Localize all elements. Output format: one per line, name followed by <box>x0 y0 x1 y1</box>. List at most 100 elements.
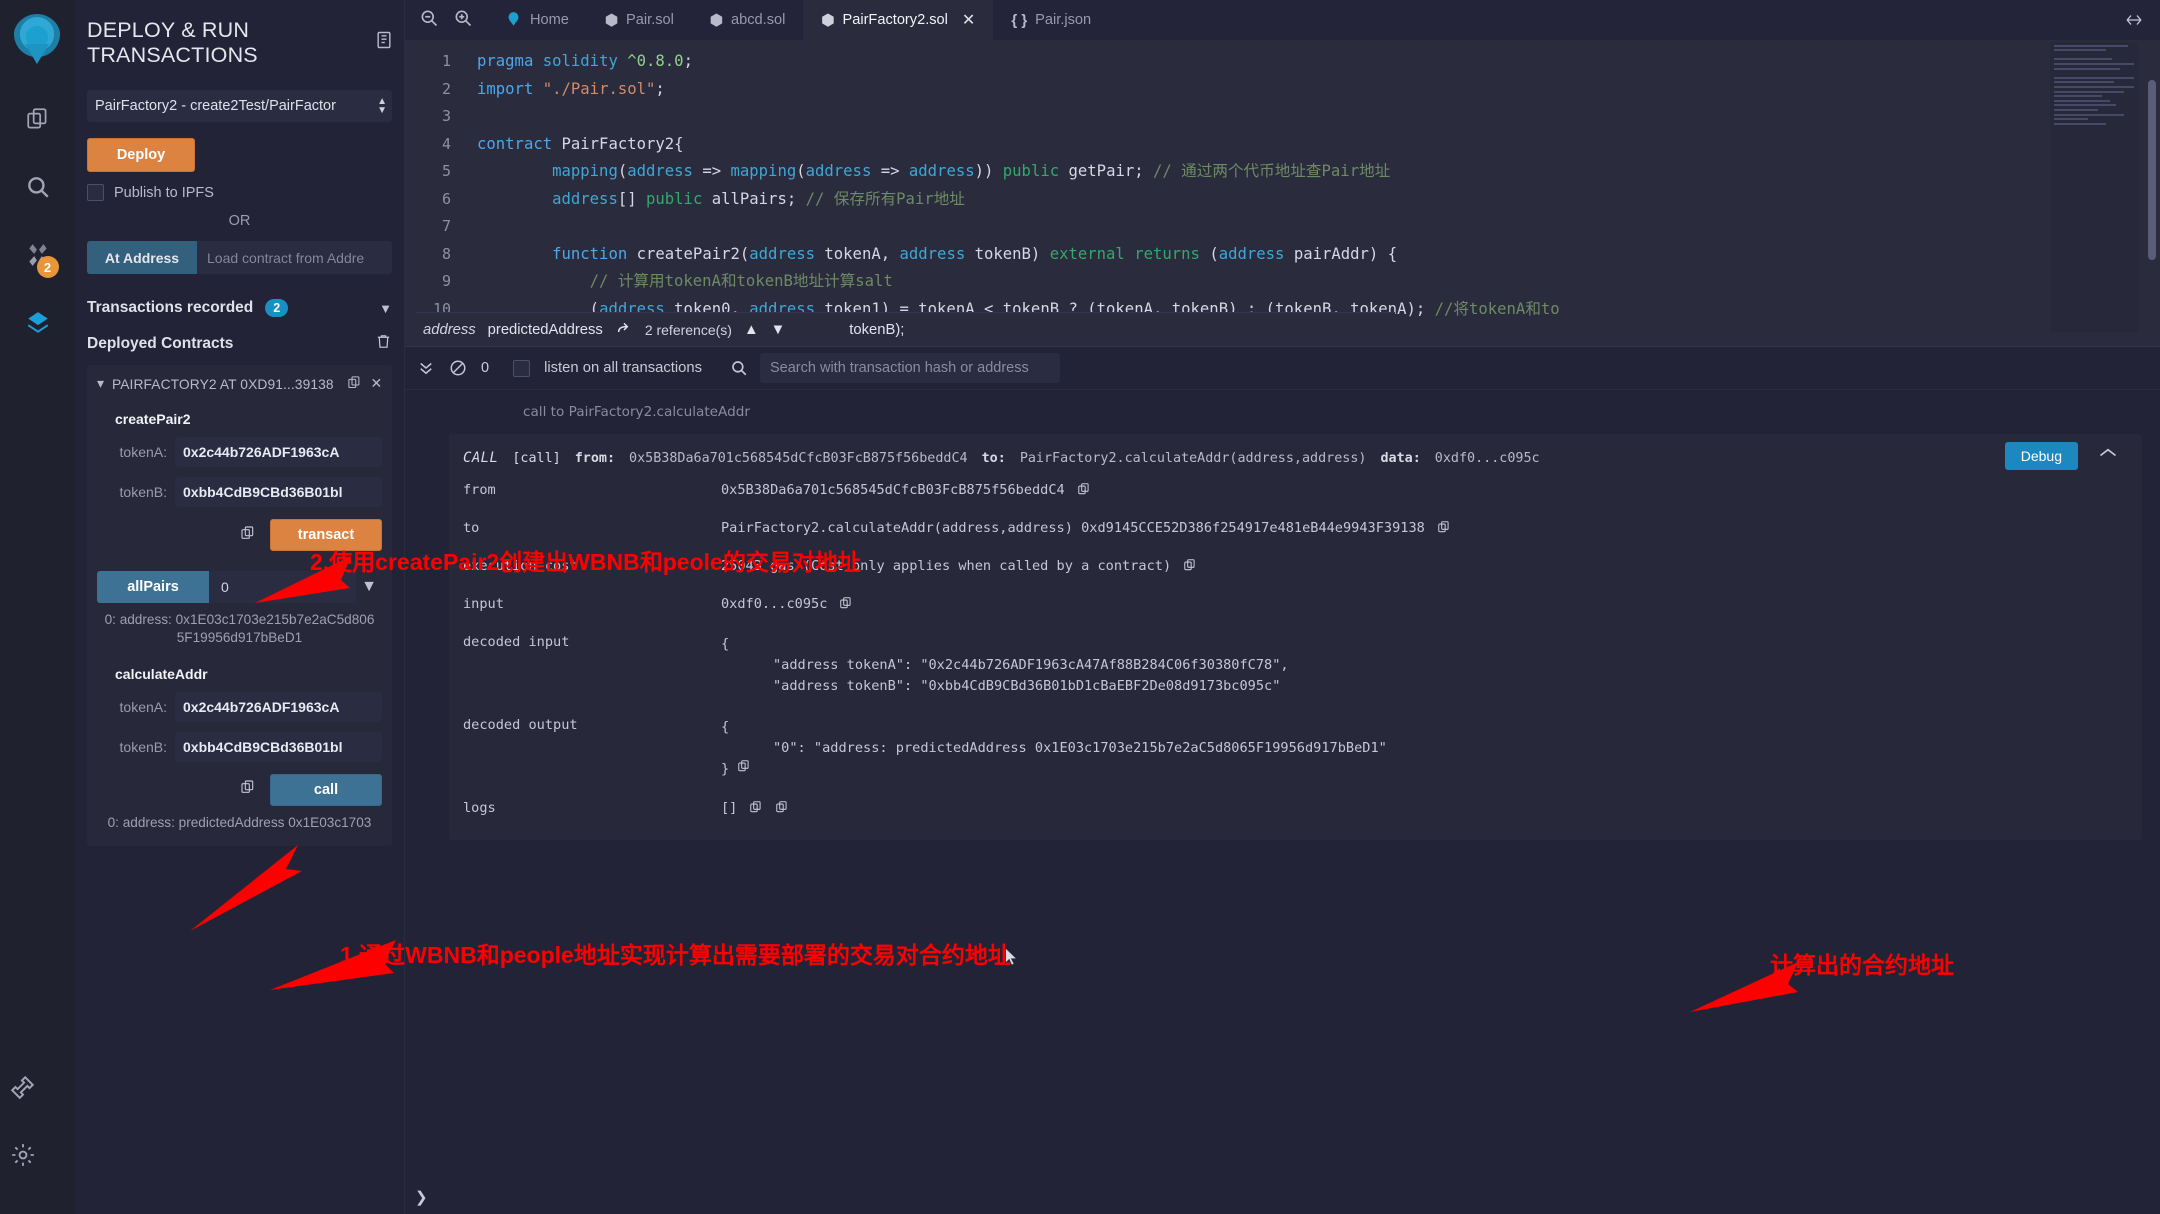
copy-calldata-icon[interactable] <box>240 525 256 546</box>
zoom-out-icon[interactable] <box>419 8 439 33</box>
search-icon[interactable] <box>15 164 61 210</box>
calculateaddr-action-row: call <box>97 774 382 806</box>
symbol-peek-widget: address predictedAddress 2 reference(s) … <box>415 312 1395 346</box>
line-number: 9 <box>405 268 477 296</box>
calculateaddr-tokena-input[interactable]: 0x2c44b726ADF1963cA <box>175 692 382 722</box>
go-to-reference-icon[interactable] <box>615 320 633 340</box>
page-title: DEPLOY & RUN TRANSACTIONS <box>87 18 374 68</box>
close-icon[interactable]: ✕ <box>962 10 975 30</box>
code-token: returns <box>1134 245 1200 263</box>
function-createpair2-label[interactable]: createPair2 <box>115 411 382 427</box>
copy-icon[interactable] <box>1077 482 1091 500</box>
copy-icon[interactable] <box>839 596 853 614</box>
or-divider-label: OR <box>87 213 392 229</box>
code-content: 1pragma solidity ^0.8.0;2import "./Pair.… <box>405 40 2160 346</box>
code-token: [] <box>618 190 646 208</box>
solidity-icon: ⬢ <box>821 11 834 29</box>
pending-transactions-count: 0 <box>481 360 489 376</box>
transactions-recorded-row[interactable]: Transactions recorded 2 ▼ <box>87 299 392 317</box>
icon-rail: 2 <box>0 0 75 1214</box>
tokenb-label: tokenB: <box>97 484 175 500</box>
settings-gear-icon[interactable] <box>0 1132 46 1178</box>
function-calculateaddr-label[interactable]: calculateAddr <box>115 666 382 682</box>
tab-pairfactory2-sol[interactable]: ⬢ PairFactory2.sol ✕ <box>803 0 993 40</box>
terminal-search: Search with transaction hash or address <box>730 353 1060 383</box>
code-token: tokenB) <box>965 245 1050 263</box>
tokena-label: tokenA: <box>97 444 175 460</box>
contract-select-value: PairFactory2 - create2Test/PairFactor <box>95 98 336 114</box>
tab-label: PairFactory2.sol <box>842 12 947 28</box>
tab-pair-json[interactable]: { } Pair.json <box>993 0 1109 40</box>
chevron-up-icon[interactable] <box>2098 446 2118 465</box>
calculateaddr-tokenb-input[interactable]: 0xbb4CdB9CBd36B01bl <box>175 732 382 762</box>
annotation-text-3: 计算出的合约地址 <box>1770 946 1954 980</box>
chevrons-down-icon[interactable] <box>417 359 435 377</box>
copy-address-icon[interactable] <box>347 375 362 393</box>
copy-icon[interactable] <box>749 800 763 818</box>
panel-header: DEPLOY & RUN TRANSACTIONS <box>75 0 404 68</box>
call-button[interactable]: call <box>270 774 382 806</box>
code-token: => <box>871 162 909 180</box>
editor-scrollbar[interactable] <box>2148 80 2156 260</box>
at-address-button[interactable]: At Address <box>87 241 197 274</box>
line-number: 5 <box>405 158 477 186</box>
calculateaddr-tokenb-row: tokenB: 0xbb4CdB9CBd36B01bl <box>97 732 382 762</box>
allpairs-button[interactable]: allPairs <box>97 571 209 603</box>
editor-minimap[interactable] <box>2050 42 2138 332</box>
contract-instance-header[interactable]: ▾ PAIRFACTORY2 AT 0XD91...39138 ✕ <box>97 375 382 393</box>
debug-button[interactable]: Debug <box>2005 442 2078 470</box>
file-explorer-icon[interactable] <box>15 96 61 142</box>
peek-references[interactable]: 2 reference(s) <box>645 322 732 338</box>
clear-console-icon[interactable] <box>449 359 467 377</box>
publish-ipfs-row[interactable]: Publish to IPFS <box>87 184 392 201</box>
listen-all-transactions-checkbox[interactable] <box>513 360 530 377</box>
transaction-summary-line[interactable]: CALL [call] from: 0x5B38Da6a701c568545dC… <box>449 444 2142 472</box>
line-number: 8 <box>405 241 477 269</box>
spinner-arrows-icon: ▲▼ <box>377 97 387 115</box>
deployed-contracts-label: Deployed Contracts <box>87 335 233 353</box>
clear-instances-icon[interactable] <box>375 333 392 355</box>
chevron-up-icon[interactable]: ▲ <box>744 322 759 338</box>
deploy-button[interactable]: Deploy <box>87 138 195 172</box>
chevron-down-icon[interactable]: ▼ <box>379 301 392 316</box>
code-token: address <box>909 162 975 180</box>
peek-type: address <box>423 322 476 338</box>
code-token: address <box>749 245 815 263</box>
solidity-compiler-icon[interactable]: 2 <box>15 232 61 278</box>
tab-pair-sol[interactable]: ⬢ Pair.sol <box>587 0 692 40</box>
tab-abcd-sol[interactable]: ⬢ abcd.sol <box>692 0 803 40</box>
expand-horizontal-icon[interactable] <box>2108 0 2160 40</box>
transactions-recorded-count: 2 <box>265 299 288 317</box>
tab-home[interactable]: Home <box>487 0 587 40</box>
deploy-run-icon[interactable] <box>15 300 61 346</box>
terminal-search-input[interactable]: Search with transaction hash or address <box>760 353 1060 383</box>
createpair2-tokena-input[interactable]: 0x2c44b726ADF1963cA <box>175 437 382 467</box>
zoom-in-icon[interactable] <box>453 8 473 33</box>
code-token: mapping <box>731 162 797 180</box>
tab-label: Home <box>530 12 569 28</box>
chevron-down-icon[interactable]: ▼ <box>771 322 786 338</box>
createpair2-tokenb-row: tokenB: 0xbb4CdB9CBd36B01bl <box>97 477 382 507</box>
at-address-input[interactable]: Load contract from Addre <box>197 241 392 274</box>
close-instance-icon[interactable]: ✕ <box>370 376 382 392</box>
chevron-down-icon[interactable]: ▾ <box>97 376 104 392</box>
createpair2-tokenb-input[interactable]: 0xbb4CdB9CBd36B01bl <box>175 477 382 507</box>
code-editor[interactable]: 1pragma solidity ^0.8.0;2import "./Pair.… <box>405 40 2160 346</box>
plugin-manager-icon[interactable] <box>0 1064 46 1110</box>
transactions-recorded-label: Transactions recorded <box>87 299 253 317</box>
terminal-body[interactable]: call to PairFactory2.calculateAddr CALL … <box>405 390 2160 1214</box>
copy-icon[interactable] <box>1183 558 1197 576</box>
copy-icon[interactable] <box>775 800 789 818</box>
copy-icon[interactable] <box>1437 520 1451 538</box>
contract-select[interactable]: PairFactory2 - create2Test/PairFactor ▲▼ <box>87 90 392 122</box>
code-token <box>618 52 627 70</box>
publish-ipfs-checkbox[interactable] <box>87 184 104 201</box>
annotation-arrow-allpairs <box>190 845 360 935</box>
code-token: ; <box>684 52 693 70</box>
terminal-prompt-chevron-icon[interactable]: ❯ <box>415 1188 428 1206</box>
copy-calldata-icon[interactable] <box>240 779 256 800</box>
documentation-icon[interactable] <box>374 30 394 56</box>
row-value: 0x5B38Da6a701c568545dCfcB03FcB875f56bedd… <box>721 482 1065 498</box>
copy-icon[interactable] <box>737 761 751 777</box>
search-icon[interactable] <box>730 359 748 377</box>
